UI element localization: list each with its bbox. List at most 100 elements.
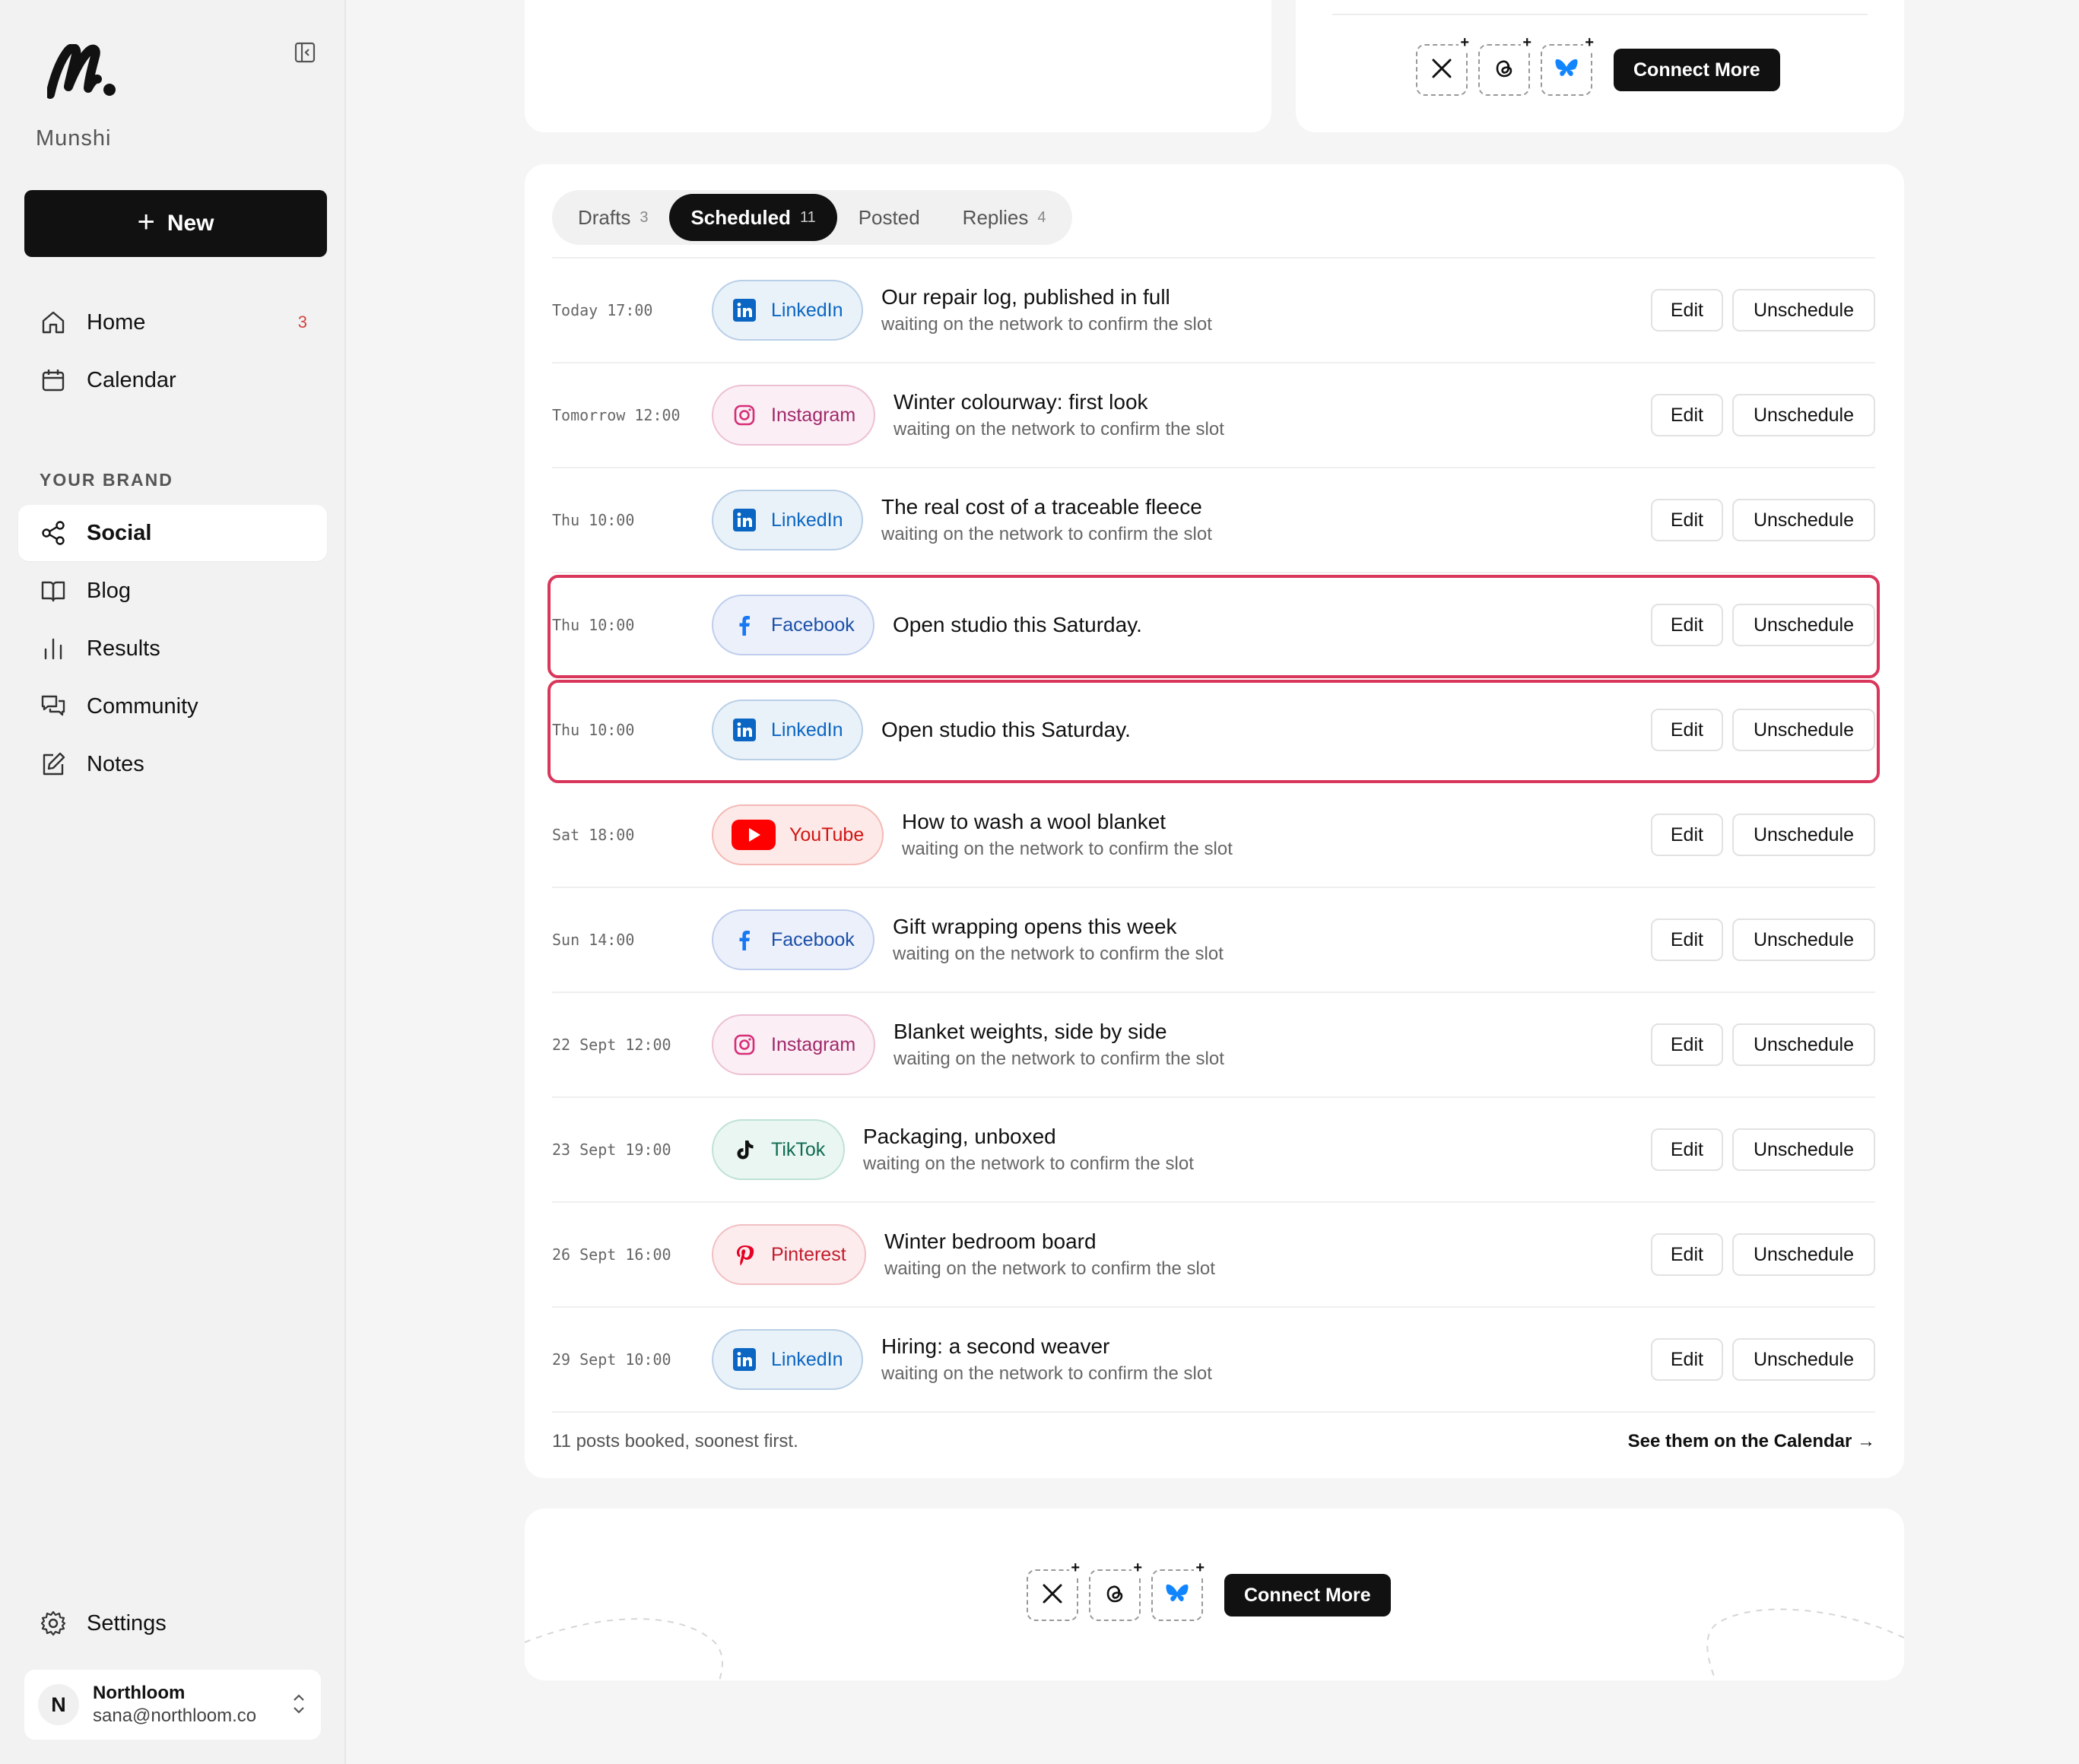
tab-drafts[interactable]: Drafts 3: [557, 194, 669, 241]
table-row[interactable]: 23 Sept 19:00 TikTok Packaging, unboxed wai…: [552, 1098, 1875, 1203]
sidebar-item-calendar[interactable]: Calendar: [18, 352, 327, 408]
unschedule-button[interactable]: Unschedule: [1731, 918, 1875, 961]
post-summary[interactable]: Hiring: a second weaver waiting on the ne…: [881, 1308, 1212, 1411]
post-summary[interactable]: The real cost of a traceable fleece waiti…: [881, 468, 1212, 572]
post-summary[interactable]: Our repair log, published in full waiting…: [881, 259, 1212, 362]
post-summary[interactable]: Winter bedroom board waiting on the netwo…: [884, 1203, 1215, 1306]
edit-button[interactable]: Edit: [1650, 1128, 1723, 1171]
unschedule-button[interactable]: Unschedule: [1731, 1233, 1875, 1276]
row-actions: Edit Unschedule: [1650, 1128, 1875, 1171]
network-chip-youtube[interactable]: YouTube: [712, 804, 884, 865]
new-button-label: New: [167, 211, 214, 236]
new-button[interactable]: + New: [24, 190, 327, 257]
table-row[interactable]: Thu 10:00 LinkedIn Open studio this Saturd…: [552, 678, 1875, 783]
unschedule-button[interactable]: Unschedule: [1731, 499, 1875, 541]
row-actions: Edit Unschedule: [1650, 918, 1875, 961]
post-summary[interactable]: Open studio this Saturday.: [881, 678, 1131, 782]
table-row[interactable]: Today 17:00 LinkedIn Our repair log, publi…: [552, 259, 1875, 363]
tab-count: 4: [1037, 208, 1046, 226]
connect-x-button[interactable]: +: [1416, 35, 1471, 96]
network-chip-instagram[interactable]: Instagram: [712, 1014, 876, 1075]
row-actions: Edit Unschedule: [1650, 394, 1875, 436]
network-chip-tiktok[interactable]: TikTok: [712, 1119, 846, 1180]
sidebar-item-social[interactable]: Social: [18, 505, 327, 561]
edit-button[interactable]: Edit: [1650, 1023, 1723, 1066]
post-summary[interactable]: Winter colourway: first look waiting on t…: [893, 363, 1224, 467]
sidebar-item-settings[interactable]: Settings: [18, 1595, 327, 1651]
edit-button[interactable]: Edit: [1650, 499, 1723, 541]
post-summary[interactable]: Open studio this Saturday.: [893, 573, 1142, 677]
unschedule-button[interactable]: Unschedule: [1731, 1023, 1875, 1066]
network-chip-facebook[interactable]: Facebook: [712, 909, 874, 970]
bluesky-icon: [1554, 57, 1579, 84]
edit-button[interactable]: Edit: [1650, 709, 1723, 751]
unschedule-button[interactable]: Unschedule: [1731, 394, 1875, 436]
sidebar-item-notes[interactable]: Notes: [18, 736, 327, 792]
unschedule-button[interactable]: Unschedule: [1731, 604, 1875, 646]
unschedule-button[interactable]: Unschedule: [1731, 814, 1875, 856]
connect-more-button[interactable]: Connect More: [1224, 1574, 1391, 1616]
tab-replies[interactable]: Replies 4: [941, 194, 1068, 241]
table-row[interactable]: 22 Sept 12:00 Instagram Blanket weights, s…: [552, 993, 1875, 1098]
edit-icon: [40, 750, 67, 778]
table-row[interactable]: Sun 14:00 Facebook Gift wrapping opens thi…: [552, 888, 1875, 993]
sidebar-item-results[interactable]: Results: [18, 620, 327, 677]
bar-chart-icon: [40, 635, 67, 662]
connect-bluesky-button[interactable]: +: [1541, 35, 1595, 96]
connect-card-top: + + + Connect More: [1296, 0, 1904, 132]
youtube-icon: [732, 820, 776, 850]
sidebar-item-blog[interactable]: Blog: [18, 563, 327, 619]
post-summary[interactable]: Blanket weights, side by side waiting on …: [893, 993, 1224, 1096]
post-summary[interactable]: Gift wrapping opens this week waiting on …: [893, 888, 1224, 991]
network-chip-instagram[interactable]: Instagram: [712, 385, 876, 446]
post-status-text: waiting on the network to confirm the sl…: [881, 524, 1212, 544]
edit-button[interactable]: Edit: [1650, 918, 1723, 961]
table-row[interactable]: 29 Sept 10:00 LinkedIn Hiring: a second we…: [552, 1308, 1875, 1413]
edit-button[interactable]: Edit: [1650, 604, 1723, 646]
post-status-text: waiting on the network to confirm the sl…: [881, 314, 1212, 335]
edit-button[interactable]: Edit: [1650, 1338, 1723, 1381]
table-row[interactable]: 26 Sept 16:00 Pinterest Winter bedroom boa…: [552, 1203, 1875, 1308]
row-actions: Edit Unschedule: [1650, 1023, 1875, 1066]
connect-x-button[interactable]: +: [1027, 1560, 1081, 1621]
network-chip-pinterest[interactable]: Pinterest: [712, 1224, 866, 1285]
network-chip-facebook[interactable]: Facebook: [712, 595, 874, 655]
network-label: LinkedIn: [771, 509, 843, 531]
post-summary[interactable]: How to wash a wool blanket waiting on the…: [902, 783, 1233, 887]
table-row[interactable]: Sat 18:00 YouTube How to wash a wool blank…: [552, 783, 1875, 888]
network-chip-linkedin[interactable]: LinkedIn: [712, 700, 863, 760]
post-summary[interactable]: Packaging, unboxed waiting on the network…: [863, 1098, 1194, 1201]
sidebar-collapse-icon[interactable]: [292, 40, 318, 65]
network-label: Facebook: [771, 614, 855, 636]
network-chip-linkedin[interactable]: LinkedIn: [712, 1329, 863, 1390]
unschedule-button[interactable]: Unschedule: [1731, 1338, 1875, 1381]
edit-button[interactable]: Edit: [1650, 1233, 1723, 1276]
sidebar-item-home[interactable]: Home 3: [18, 294, 327, 351]
account-switcher[interactable]: N Northloom sana@northloom.co: [24, 1670, 321, 1740]
connect-threads-button[interactable]: +: [1089, 1560, 1144, 1621]
edit-button[interactable]: Edit: [1650, 394, 1723, 436]
sidebar-item-community[interactable]: Community: [18, 678, 327, 734]
post-title: Packaging, unboxed: [863, 1125, 1056, 1148]
tab-posted[interactable]: Posted: [837, 194, 941, 241]
connect-more-button[interactable]: Connect More: [1614, 49, 1780, 91]
calendar-link[interactable]: See them on the Calendar →: [1628, 1431, 1875, 1452]
post-title: Our repair log, published in full: [881, 285, 1170, 309]
table-row[interactable]: Thu 10:00 LinkedIn The real cost of a trac…: [552, 468, 1875, 573]
unschedule-button[interactable]: Unschedule: [1731, 709, 1875, 751]
network-label: Pinterest: [771, 1243, 846, 1265]
tab-count: 11: [799, 208, 816, 226]
scheduled-posts-card: Drafts 3 Scheduled 11 Posted Replies 4 T…: [525, 164, 1904, 1478]
edit-button[interactable]: Edit: [1650, 289, 1723, 332]
network-chip-linkedin[interactable]: LinkedIn: [712, 280, 863, 341]
table-row[interactable]: Thu 10:00 Facebook Open studio this Saturd…: [552, 573, 1875, 678]
edit-button[interactable]: Edit: [1650, 814, 1723, 856]
network-chip-linkedin[interactable]: LinkedIn: [712, 490, 863, 550]
tab-scheduled[interactable]: Scheduled 11: [669, 194, 837, 241]
unschedule-button[interactable]: Unschedule: [1731, 1128, 1875, 1171]
table-row[interactable]: Tomorrow 12:00 Instagram Winter colourway:…: [552, 363, 1875, 468]
connect-bluesky-button[interactable]: +: [1151, 1560, 1206, 1621]
unschedule-button[interactable]: Unschedule: [1731, 289, 1875, 332]
connect-threads-button[interactable]: +: [1478, 35, 1533, 96]
munshi-logo[interactable]: [46, 43, 117, 99]
